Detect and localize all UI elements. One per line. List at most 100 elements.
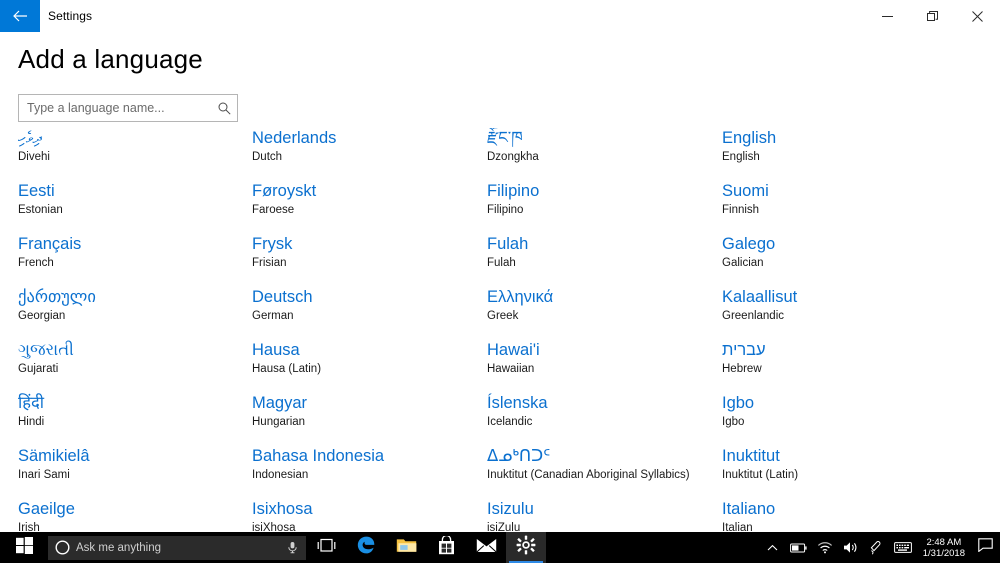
task-view-icon: [317, 538, 336, 558]
language-item[interactable]: English English: [722, 128, 992, 181]
close-button[interactable]: [955, 0, 1000, 32]
microphone-icon[interactable]: [278, 541, 306, 554]
language-item[interactable]: Italiano Italian: [722, 499, 992, 532]
language-item[interactable]: Fulah Fulah: [487, 234, 719, 287]
language-english-name: Hawaiian: [487, 363, 535, 375]
language-item[interactable]: ગુજરાતી Gujarati: [18, 340, 250, 393]
language-native-name: རྫོང་ཁ: [487, 129, 523, 147]
language-item[interactable]: Suomi Finnish: [722, 181, 992, 234]
language-item[interactable]: ދިވެހި Divehi: [18, 128, 250, 181]
app-title: Settings: [48, 9, 93, 23]
language-native-name: Isizulu: [487, 500, 534, 518]
action-center-button[interactable]: [972, 532, 998, 563]
taskbar-app-file-explorer[interactable]: [386, 532, 426, 563]
language-native-name: Kalaallisut: [722, 288, 798, 306]
taskbar: Ask me anything 2:48 AM 1/31/2018: [0, 532, 1000, 563]
language-english-name: Inuktitut (Canadian Aboriginal Syllabics…: [487, 469, 690, 481]
language-item[interactable]: རྫོང་ཁ Dzongkha: [487, 128, 719, 181]
language-english-name: Divehi: [18, 151, 50, 163]
language-native-name: ᐃᓄᒃᑎᑐᑦ: [487, 447, 551, 465]
language-english-name: Icelandic: [487, 416, 533, 428]
taskbar-app-microsoft-store[interactable]: [426, 532, 466, 563]
language-item[interactable]: Galego Galician: [722, 234, 992, 287]
language-item[interactable]: ქართული Georgian: [18, 287, 250, 340]
language-english-name: Dutch: [252, 151, 283, 163]
language-native-name: Galego: [722, 235, 776, 253]
minimize-icon: [882, 11, 893, 22]
language-item[interactable]: Magyar Hungarian: [252, 393, 484, 446]
language-item[interactable]: Français French: [18, 234, 250, 287]
language-item[interactable]: Isixhosa isiXhosa: [252, 499, 484, 532]
language-item[interactable]: Frysk Frisian: [252, 234, 484, 287]
cortana-search-box[interactable]: Ask me anything: [48, 535, 306, 560]
taskbar-app-settings[interactable]: [506, 532, 546, 563]
mail-icon: [475, 538, 497, 558]
back-button[interactable]: [0, 0, 40, 32]
touch-keyboard-icon[interactable]: [890, 532, 916, 563]
language-english-name: Irish: [18, 522, 40, 532]
language-item[interactable]: Kalaallisut Greenlandic: [722, 287, 992, 340]
language-column-4: English English Suomi Finnish Galego Gal…: [722, 128, 992, 532]
language-item[interactable]: Ελληνικά Greek: [487, 287, 719, 340]
language-item[interactable]: Nederlands Dutch: [252, 128, 484, 181]
clock[interactable]: 2:48 AM 1/31/2018: [916, 532, 972, 563]
title-bar: Settings: [0, 0, 1000, 32]
language-item[interactable]: עברית Hebrew: [722, 340, 992, 393]
language-item[interactable]: Igbo Igbo: [722, 393, 992, 446]
language-native-name: Italiano: [722, 500, 776, 518]
language-item[interactable]: Inuktitut Inuktitut (Latin): [722, 446, 992, 499]
clock-date: 1/31/2018: [922, 547, 965, 559]
language-column-1: ދިވެހި Divehi Eesti Estonian Français Fr…: [18, 128, 250, 532]
bluetooth-pen-icon[interactable]: [864, 532, 890, 563]
language-english-name: Galician: [722, 257, 764, 269]
language-item[interactable]: हिंदी Hindi: [18, 393, 250, 446]
restore-button[interactable]: [910, 0, 955, 32]
show-hidden-icons-chevron[interactable]: [760, 532, 786, 563]
taskbar-app-edge[interactable]: [346, 532, 386, 563]
page-title: Add a language: [18, 44, 203, 74]
language-native-name: ქართული: [18, 288, 96, 306]
language-item[interactable]: Íslenska Icelandic: [487, 393, 719, 446]
window-controls: [865, 0, 1000, 32]
volume-icon[interactable]: [838, 532, 864, 563]
windows-start-icon: [15, 536, 33, 559]
wifi-icon[interactable]: [812, 532, 838, 563]
language-item[interactable]: Bahasa Indonesia Indonesian: [252, 446, 484, 499]
search-icon[interactable]: [211, 95, 237, 121]
search-input[interactable]: [19, 95, 211, 121]
system-tray: 2:48 AM 1/31/2018: [760, 532, 1000, 563]
battery-icon[interactable]: [786, 532, 812, 563]
taskbar-app-mail[interactable]: [466, 532, 506, 563]
language-item[interactable]: Eesti Estonian: [18, 181, 250, 234]
language-english-name: English: [722, 151, 760, 163]
language-native-name: ދިވެހި: [18, 129, 42, 147]
language-item[interactable]: Gaeilge Irish: [18, 499, 250, 532]
language-item[interactable]: Deutsch German: [252, 287, 484, 340]
microsoft-store-icon: [438, 534, 455, 560]
language-native-name: Ελληνικά: [487, 288, 554, 306]
language-english-name: German: [252, 310, 294, 322]
language-item[interactable]: ᐃᓄᒃᑎᑐᑦ Inuktitut (Canadian Aboriginal Sy…: [487, 446, 719, 499]
language-native-name: Bahasa Indonesia: [252, 447, 385, 465]
language-english-name: isiZulu: [487, 522, 521, 532]
language-search-box[interactable]: [18, 94, 238, 122]
restore-icon: [927, 10, 938, 22]
language-item[interactable]: Isizulu isiZulu: [487, 499, 719, 532]
language-english-name: Italian: [722, 522, 753, 532]
language-item[interactable]: Filipino Filipino: [487, 181, 719, 234]
language-english-name: Frisian: [252, 257, 287, 269]
start-button[interactable]: [0, 532, 48, 563]
language-item[interactable]: Føroyskt Faroese: [252, 181, 484, 234]
language-english-name: Greek: [487, 310, 519, 322]
language-english-name: Fulah: [487, 257, 516, 269]
language-native-name: Magyar: [252, 394, 308, 412]
language-item[interactable]: Hawai'i Hawaiian: [487, 340, 719, 393]
language-column-2: Nederlands Dutch Føroyskt Faroese Frysk …: [252, 128, 484, 532]
language-native-name: Íslenska: [487, 394, 548, 412]
language-english-name: Estonian: [18, 204, 63, 216]
language-item[interactable]: Hausa Hausa (Latin): [252, 340, 484, 393]
settings-gear-icon: [516, 535, 536, 560]
minimize-button[interactable]: [865, 0, 910, 32]
task-view-button[interactable]: [306, 532, 346, 563]
language-item[interactable]: Sämikielâ Inari Sami: [18, 446, 250, 499]
